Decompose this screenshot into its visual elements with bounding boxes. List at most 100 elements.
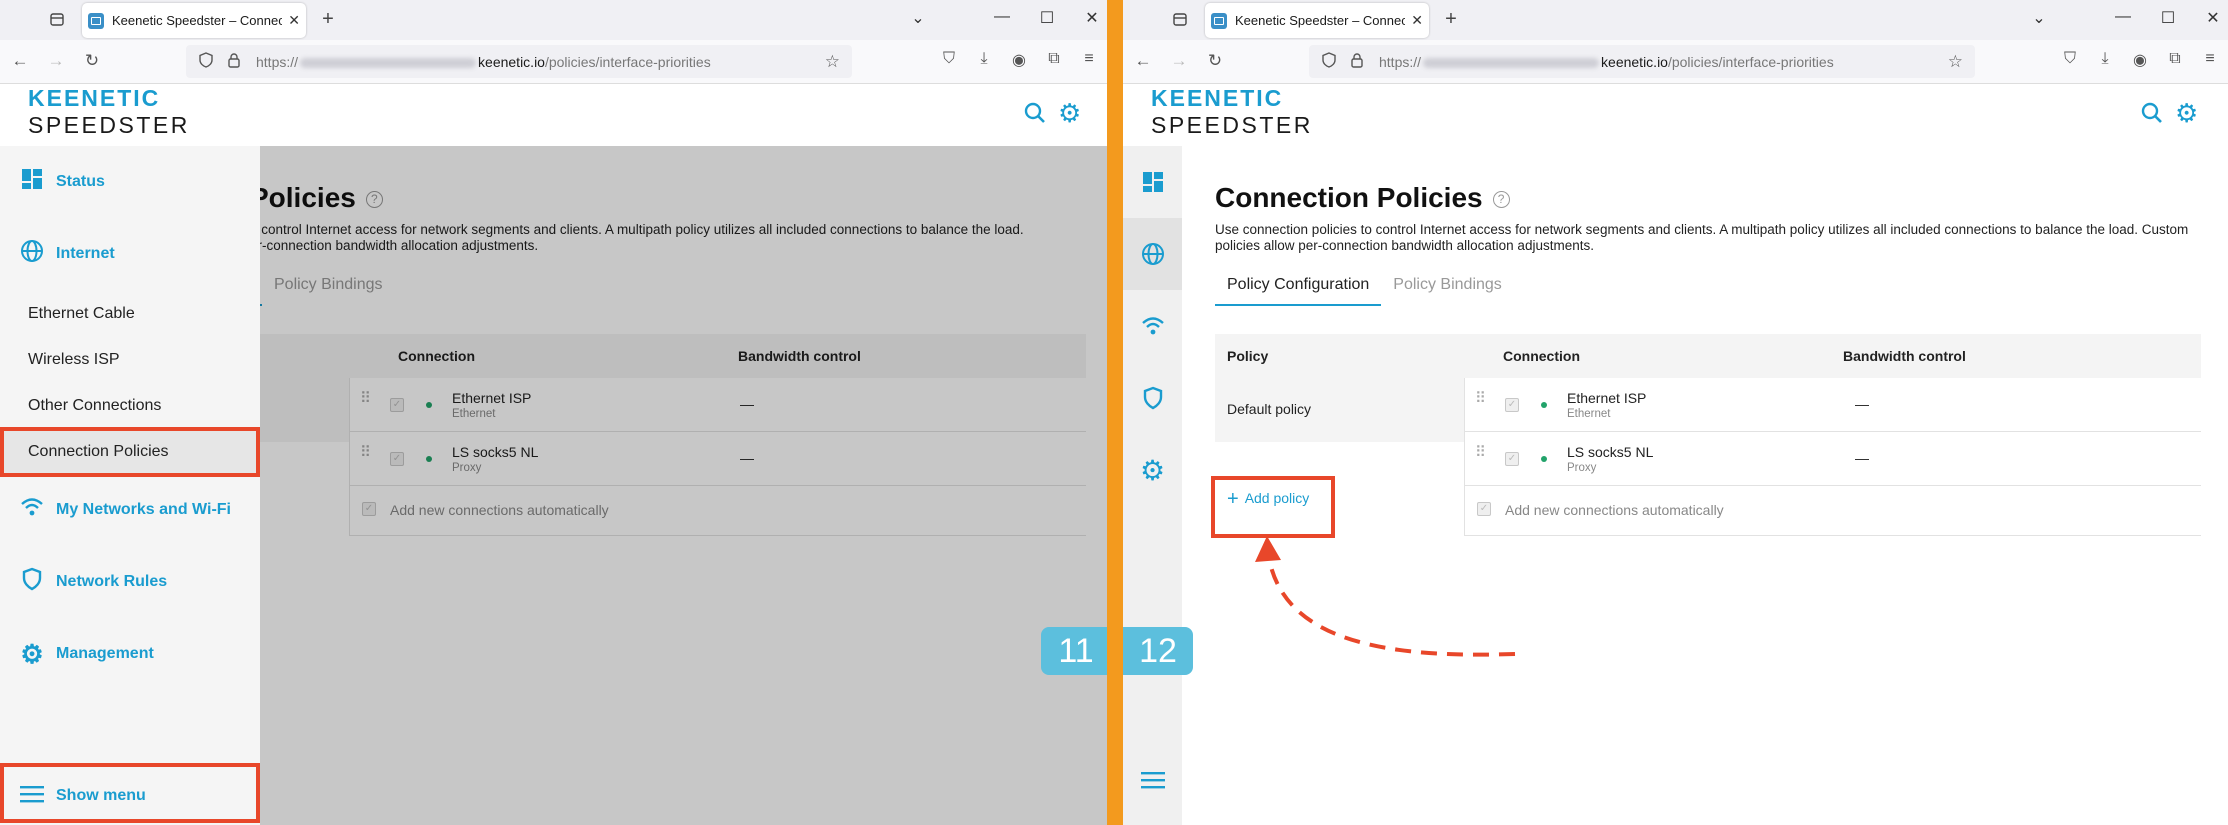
drag-handle-icon[interactable]: ⠿: [1475, 391, 1489, 406]
tab-title: Keenetic Speedster – Connection Policies: [1235, 13, 1406, 28]
browser-tabbar: Keenetic Speedster – Connection Policies…: [0, 0, 1107, 40]
menu-icon[interactable]: ≡: [1077, 50, 1101, 68]
url-domain: keenetic.io: [1601, 53, 1668, 70]
forward-icon[interactable]: →: [1167, 50, 1191, 72]
connection-name: LS socks5 NL: [1567, 444, 1654, 460]
table-row[interactable]: ⠿ ✓ Ethernet ISP Ethernet —: [1465, 378, 2201, 432]
tracking-shield-icon[interactable]: [198, 52, 214, 71]
highlight-add-policy: [1211, 476, 1335, 538]
tab-list-chevron-icon[interactable]: ⌄: [2027, 8, 2051, 28]
sidebar-item-my-networks[interactable]: My Networks and Wi-Fi: [0, 488, 260, 532]
connection-type: Ethernet: [1567, 408, 1611, 420]
connection-checkbox[interactable]: ✓: [1505, 398, 1519, 412]
gear-icon[interactable]: ⚙: [1058, 98, 1081, 129]
search-icon[interactable]: [1024, 102, 1046, 130]
reload-icon[interactable]: ↻: [1203, 50, 1227, 72]
search-icon[interactable]: [2141, 102, 2163, 130]
sidebar-item-management[interactable]: ⚙ Management: [0, 632, 260, 676]
sidebar-item-wireless-isp[interactable]: Wireless ISP: [0, 338, 260, 382]
forward-icon[interactable]: →: [44, 50, 68, 72]
highlight-connection-policies: [0, 427, 260, 477]
network-shield-icon: [20, 567, 44, 597]
new-tab-button[interactable]: +: [316, 8, 340, 30]
page-title-text: Connection Policies: [1215, 182, 1483, 213]
browser-tab[interactable]: Keenetic Speedster – Connection Policies…: [1205, 3, 1429, 38]
add-auto-checkbox[interactable]: ✓: [1477, 502, 1491, 516]
browser-tabbar: Keenetic Speedster – Connection Policies…: [1123, 0, 2228, 40]
logo[interactable]: KEENETIC SPEEDSTER: [1151, 86, 1313, 140]
left-screenshot: Keenetic Speedster – Connection Policies…: [0, 0, 1107, 825]
logo-keenetic: KEENETIC: [28, 85, 161, 111]
lock-icon[interactable]: [226, 52, 242, 71]
extensions-icon[interactable]: ⧉: [2163, 50, 2187, 68]
connection-name: Ethernet ISP: [1567, 390, 1647, 406]
tab-overview-icon[interactable]: [1165, 4, 1195, 34]
lock-icon[interactable]: [1349, 52, 1365, 71]
sidebar-item-status[interactable]: Status: [0, 160, 260, 204]
pocket-icon[interactable]: ⛉: [2058, 50, 2082, 68]
maximize-icon[interactable]: ☐: [1035, 8, 1059, 28]
wifi-icon: [20, 497, 44, 523]
reload-icon[interactable]: ↻: [80, 50, 104, 72]
url-bar[interactable]: https:// keenetic.io/policies/interface-p…: [186, 45, 852, 78]
star-icon[interactable]: ☆: [825, 52, 840, 72]
browser-navbar: ← → ↻ https:// keenetic.io/policies/inter…: [1123, 40, 2228, 84]
page-title: Connection Policies?: [1215, 182, 1510, 214]
gear-icon[interactable]: ⚙: [2175, 98, 2198, 129]
account-icon[interactable]: ◉: [1007, 50, 1031, 70]
sidebar-item-other-connections[interactable]: Other Connections: [0, 384, 260, 428]
url-bar[interactable]: https:// keenetic.io/policies/interface-p…: [1309, 45, 1975, 78]
connection-checkbox[interactable]: ✓: [1505, 452, 1519, 466]
back-icon[interactable]: ←: [1131, 50, 1155, 72]
drag-handle-icon[interactable]: ⠿: [1475, 445, 1489, 460]
maximize-icon[interactable]: ☐: [2156, 8, 2180, 28]
tab-overview-icon[interactable]: [42, 4, 72, 34]
status-dot: [1541, 402, 1547, 408]
table-row[interactable]: ⠿ ✓ LS socks5 NL Proxy —: [1465, 432, 2201, 486]
url-prefix: https://: [1379, 53, 1422, 70]
logo[interactable]: KEENETIC SPEEDSTER: [28, 86, 190, 140]
browser-tab[interactable]: Keenetic Speedster – Connection Policies…: [82, 3, 306, 38]
close-window-icon[interactable]: ✕: [2201, 8, 2225, 28]
url-path: /policies/interface-priorities: [544, 53, 711, 70]
url-text: https:// keenetic.io/policies/interface-p…: [1379, 54, 1834, 70]
table-header: Policy Connection Bandwidth control: [1215, 334, 2201, 378]
star-icon[interactable]: ☆: [1948, 52, 1963, 72]
sidebar-item-internet[interactable]: Internet: [0, 232, 260, 276]
tab-list-chevron-icon[interactable]: ⌄: [906, 8, 930, 28]
close-window-icon[interactable]: ✕: [1080, 8, 1104, 28]
right-screenshot: Keenetic Speedster – Connection Policies…: [1123, 0, 2228, 825]
sidebar-label-status: Status: [56, 173, 105, 190]
pocket-icon[interactable]: ⛉: [937, 50, 961, 68]
default-policy-row[interactable]: Default policy: [1215, 378, 1464, 442]
sidebar-item-network-rules[interactable]: Network Rules: [0, 560, 260, 604]
url-domain: keenetic.io: [478, 53, 545, 70]
download-icon[interactable]: ⤓: [972, 50, 996, 68]
menu-overlay[interactable]: [260, 146, 1107, 825]
add-auto-row[interactable]: ✓ Add new connections automatically: [1465, 486, 2201, 536]
menu-icon[interactable]: ≡: [2198, 50, 2222, 68]
minimize-icon[interactable]: —: [990, 8, 1014, 26]
highlight-show-menu: [0, 763, 260, 823]
back-icon[interactable]: ←: [8, 50, 32, 72]
tab-policy-configuration[interactable]: Policy Configuration: [1215, 276, 1382, 306]
tab-close-icon[interactable]: ✕: [1411, 12, 1423, 29]
help-icon[interactable]: ?: [1492, 191, 1510, 209]
dashed-arrow-icon: [1255, 536, 1516, 657]
app-header: KEENETIC SPEEDSTER ⚙: [1123, 84, 2228, 146]
tab-policy-bindings[interactable]: Policy Bindings: [1381, 276, 1514, 306]
browser-navbar: ← → ↻ https:// keenetic.io/policies/inter…: [0, 40, 1107, 84]
url-path: /policies/interface-priorities: [1667, 53, 1834, 70]
sidebar-item-ethernet-cable[interactable]: Ethernet Cable: [0, 292, 260, 336]
extensions-icon[interactable]: ⧉: [1042, 50, 1066, 68]
tab-close-icon[interactable]: ✕: [288, 12, 300, 29]
favicon-icon: [88, 12, 104, 29]
bandwidth-value: —: [1855, 450, 1869, 466]
new-tab-button[interactable]: +: [1439, 8, 1463, 30]
policy-table: Policy Connection Bandwidth control Defa…: [1215, 334, 2201, 536]
download-icon[interactable]: ⤓: [2093, 50, 2117, 68]
minimize-icon[interactable]: —: [2111, 8, 2135, 26]
add-auto-label: Add new connections automatically: [1505, 502, 1724, 518]
tracking-shield-icon[interactable]: [1321, 52, 1337, 71]
account-icon[interactable]: ◉: [2128, 50, 2152, 70]
